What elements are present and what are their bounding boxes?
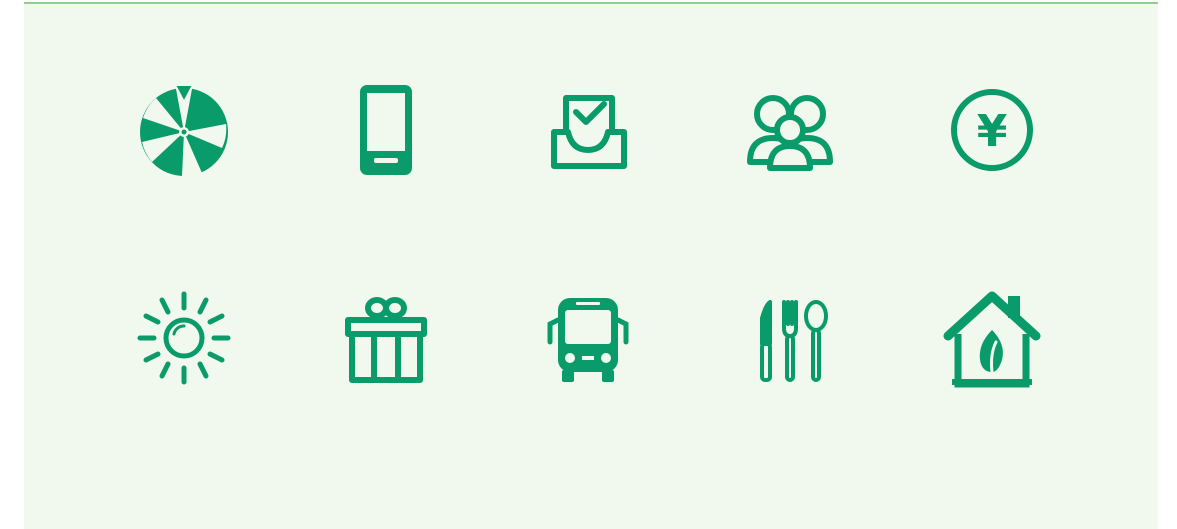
cutlery-icon[interactable]: [740, 288, 840, 388]
yen-symbol: ¥: [977, 106, 1008, 157]
icon-panel: ¥: [24, 2, 1158, 529]
gift-box-icon[interactable]: [336, 288, 436, 388]
prize-wheel-icon[interactable]: [134, 80, 234, 180]
bus-icon[interactable]: [538, 288, 638, 388]
inbox-check-icon[interactable]: [538, 80, 638, 180]
group-people-icon[interactable]: [740, 80, 840, 180]
eco-house-icon[interactable]: [942, 288, 1042, 388]
yen-coin-icon[interactable]: ¥: [942, 80, 1042, 180]
sun-icon[interactable]: [134, 288, 234, 388]
mobile-phone-icon[interactable]: [336, 80, 436, 180]
